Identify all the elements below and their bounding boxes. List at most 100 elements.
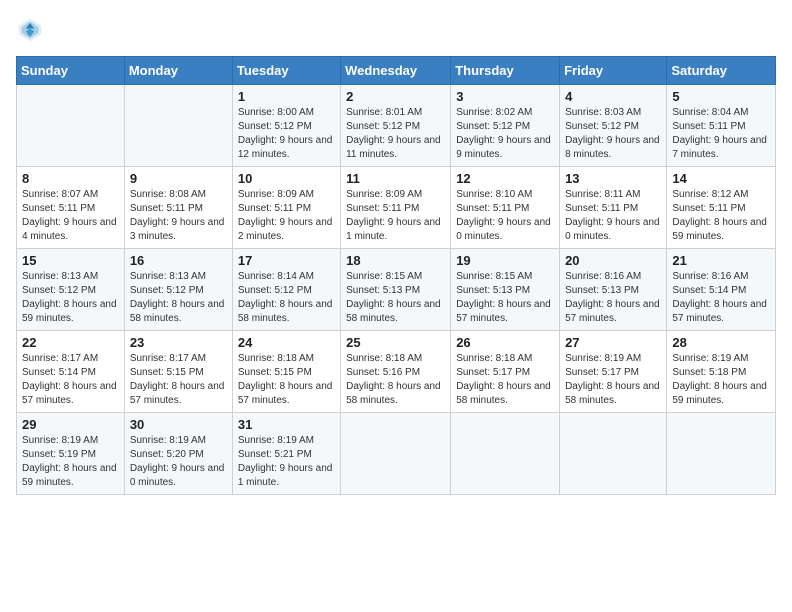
day-number: 14 bbox=[672, 171, 770, 186]
page-header bbox=[16, 16, 776, 44]
calendar-cell: 17 Sunrise: 8:14 AMSunset: 5:12 PMDayligh… bbox=[232, 249, 340, 331]
day-number: 23 bbox=[130, 335, 227, 350]
calendar-cell: 14 Sunrise: 8:12 AMSunset: 5:11 PMDayligh… bbox=[667, 167, 776, 249]
day-number: 16 bbox=[130, 253, 227, 268]
day-info: Sunrise: 8:08 AMSunset: 5:11 PMDaylight:… bbox=[130, 189, 225, 242]
day-info: Sunrise: 8:07 AMSunset: 5:11 PMDaylight:… bbox=[22, 189, 117, 242]
calendar-cell: 1 Sunrise: 8:00 AMSunset: 5:12 PMDaylight… bbox=[232, 85, 340, 167]
day-info: Sunrise: 8:16 AMSunset: 5:13 PMDaylight:… bbox=[565, 271, 660, 324]
day-info: Sunrise: 8:19 AMSunset: 5:19 PMDaylight:… bbox=[22, 435, 117, 488]
header-thursday: Thursday bbox=[451, 57, 560, 85]
calendar-cell: 28 Sunrise: 8:19 AMSunset: 5:18 PMDayligh… bbox=[667, 331, 776, 413]
day-number: 31 bbox=[238, 417, 335, 432]
day-number: 3 bbox=[456, 89, 554, 104]
calendar-week-0: 1 Sunrise: 8:00 AMSunset: 5:12 PMDaylight… bbox=[17, 85, 776, 167]
day-number: 18 bbox=[346, 253, 445, 268]
day-info: Sunrise: 8:03 AMSunset: 5:12 PMDaylight:… bbox=[565, 107, 660, 160]
calendar-cell bbox=[17, 85, 125, 167]
day-info: Sunrise: 8:09 AMSunset: 5:11 PMDaylight:… bbox=[346, 189, 441, 242]
day-number: 27 bbox=[565, 335, 661, 350]
calendar-cell: 16 Sunrise: 8:13 AMSunset: 5:12 PMDayligh… bbox=[124, 249, 232, 331]
day-number: 30 bbox=[130, 417, 227, 432]
day-info: Sunrise: 8:09 AMSunset: 5:11 PMDaylight:… bbox=[238, 189, 333, 242]
day-info: Sunrise: 8:19 AMSunset: 5:18 PMDaylight:… bbox=[672, 353, 767, 406]
day-info: Sunrise: 8:02 AMSunset: 5:12 PMDaylight:… bbox=[456, 107, 551, 160]
calendar-cell: 22 Sunrise: 8:17 AMSunset: 5:14 PMDayligh… bbox=[17, 331, 125, 413]
calendar-cell: 13 Sunrise: 8:11 AMSunset: 5:11 PMDayligh… bbox=[560, 167, 667, 249]
day-info: Sunrise: 8:19 AMSunset: 5:17 PMDaylight:… bbox=[565, 353, 660, 406]
calendar-cell: 18Sunrise: 8:15 AMSunset: 5:13 PMDayligh… bbox=[341, 249, 451, 331]
calendar-cell: 23 Sunrise: 8:17 AMSunset: 5:15 PMDayligh… bbox=[124, 331, 232, 413]
day-number: 22 bbox=[22, 335, 119, 350]
calendar-cell: 25 Sunrise: 8:18 AMSunset: 5:16 PMDayligh… bbox=[341, 331, 451, 413]
day-info: Sunrise: 8:17 AMSunset: 5:14 PMDaylight:… bbox=[22, 353, 117, 406]
day-number: 5 bbox=[672, 89, 770, 104]
calendar-week-3: 22 Sunrise: 8:17 AMSunset: 5:14 PMDayligh… bbox=[17, 331, 776, 413]
calendar-cell: 15 Sunrise: 8:13 AMSunset: 5:12 PMDayligh… bbox=[17, 249, 125, 331]
day-number: 26 bbox=[456, 335, 554, 350]
day-info: Sunrise: 8:15 AMSunset: 5:13 PMDaylight:… bbox=[456, 271, 551, 324]
day-number: 20 bbox=[565, 253, 661, 268]
calendar-cell: 3 Sunrise: 8:02 AMSunset: 5:12 PMDaylight… bbox=[451, 85, 560, 167]
day-info: Sunrise: 8:19 AMSunset: 5:20 PMDaylight:… bbox=[130, 435, 225, 488]
calendar-cell: 29 Sunrise: 8:19 AMSunset: 5:19 PMDayligh… bbox=[17, 413, 125, 495]
day-number: 28 bbox=[672, 335, 770, 350]
day-info: Sunrise: 8:00 AMSunset: 5:12 PMDaylight:… bbox=[238, 107, 333, 160]
calendar-cell: 2Sunrise: 8:01 AMSunset: 5:12 PMDaylight… bbox=[341, 85, 451, 167]
calendar-cell: 21 Sunrise: 8:16 AMSunset: 5:14 PMDayligh… bbox=[667, 249, 776, 331]
calendar-cell: 12Sunrise: 8:10 AMSunset: 5:11 PMDayligh… bbox=[451, 167, 560, 249]
calendar-cell bbox=[451, 413, 560, 495]
day-info: Sunrise: 8:01 AMSunset: 5:12 PMDaylight:… bbox=[346, 107, 441, 160]
header-wednesday: Wednesday bbox=[341, 57, 451, 85]
day-info: Sunrise: 8:18 AMSunset: 5:16 PMDaylight:… bbox=[346, 353, 441, 406]
day-number: 11 bbox=[346, 171, 445, 186]
day-info: Sunrise: 8:18 AMSunset: 5:17 PMDaylight:… bbox=[456, 353, 551, 406]
day-number: 29 bbox=[22, 417, 119, 432]
day-number: 1 bbox=[238, 89, 335, 104]
calendar-cell: 9 Sunrise: 8:08 AMSunset: 5:11 PMDaylight… bbox=[124, 167, 232, 249]
day-info: Sunrise: 8:13 AMSunset: 5:12 PMDaylight:… bbox=[130, 271, 225, 324]
calendar-cell: 4 Sunrise: 8:03 AMSunset: 5:12 PMDaylight… bbox=[560, 85, 667, 167]
header-tuesday: Tuesday bbox=[232, 57, 340, 85]
header-sunday: Sunday bbox=[17, 57, 125, 85]
logo bbox=[16, 16, 48, 44]
day-info: Sunrise: 8:10 AMSunset: 5:11 PMDaylight:… bbox=[456, 189, 551, 242]
calendar-cell bbox=[124, 85, 232, 167]
calendar-cell: 19 Sunrise: 8:15 AMSunset: 5:13 PMDayligh… bbox=[451, 249, 560, 331]
calendar-cell: 8 Sunrise: 8:07 AMSunset: 5:11 PMDaylight… bbox=[17, 167, 125, 249]
calendar-cell bbox=[560, 413, 667, 495]
day-number: 4 bbox=[565, 89, 661, 104]
calendar-table: SundayMondayTuesdayWednesdayThursdayFrid… bbox=[16, 56, 776, 495]
logo-icon bbox=[16, 16, 44, 44]
day-number: 25 bbox=[346, 335, 445, 350]
day-number: 17 bbox=[238, 253, 335, 268]
day-number: 21 bbox=[672, 253, 770, 268]
calendar-header-row: SundayMondayTuesdayWednesdayThursdayFrid… bbox=[17, 57, 776, 85]
day-info: Sunrise: 8:12 AMSunset: 5:11 PMDaylight:… bbox=[672, 189, 767, 242]
calendar-cell: 20 Sunrise: 8:16 AMSunset: 5:13 PMDayligh… bbox=[560, 249, 667, 331]
day-info: Sunrise: 8:19 AMSunset: 5:21 PMDaylight:… bbox=[238, 435, 333, 488]
day-number: 19 bbox=[456, 253, 554, 268]
day-info: Sunrise: 8:04 AMSunset: 5:11 PMDaylight:… bbox=[672, 107, 767, 160]
calendar-cell: 10Sunrise: 8:09 AMSunset: 5:11 PMDayligh… bbox=[232, 167, 340, 249]
day-number: 13 bbox=[565, 171, 661, 186]
day-number: 15 bbox=[22, 253, 119, 268]
day-info: Sunrise: 8:11 AMSunset: 5:11 PMDaylight:… bbox=[565, 189, 660, 242]
day-number: 8 bbox=[22, 171, 119, 186]
day-info: Sunrise: 8:14 AMSunset: 5:12 PMDaylight:… bbox=[238, 271, 333, 324]
calendar-cell: 24Sunrise: 8:18 AMSunset: 5:15 PMDayligh… bbox=[232, 331, 340, 413]
calendar-cell bbox=[667, 413, 776, 495]
header-monday: Monday bbox=[124, 57, 232, 85]
calendar-cell: 26 Sunrise: 8:18 AMSunset: 5:17 PMDayligh… bbox=[451, 331, 560, 413]
header-friday: Friday bbox=[560, 57, 667, 85]
calendar-cell: 30 Sunrise: 8:19 AMSunset: 5:20 PMDayligh… bbox=[124, 413, 232, 495]
header-saturday: Saturday bbox=[667, 57, 776, 85]
calendar-week-1: 8 Sunrise: 8:07 AMSunset: 5:11 PMDaylight… bbox=[17, 167, 776, 249]
day-number: 24 bbox=[238, 335, 335, 350]
day-info: Sunrise: 8:16 AMSunset: 5:14 PMDaylight:… bbox=[672, 271, 767, 324]
day-number: 9 bbox=[130, 171, 227, 186]
day-info: Sunrise: 8:17 AMSunset: 5:15 PMDaylight:… bbox=[130, 353, 225, 406]
calendar-cell: 5 Sunrise: 8:04 AMSunset: 5:11 PMDaylight… bbox=[667, 85, 776, 167]
day-info: Sunrise: 8:13 AMSunset: 5:12 PMDaylight:… bbox=[22, 271, 117, 324]
calendar-week-4: 29 Sunrise: 8:19 AMSunset: 5:19 PMDayligh… bbox=[17, 413, 776, 495]
